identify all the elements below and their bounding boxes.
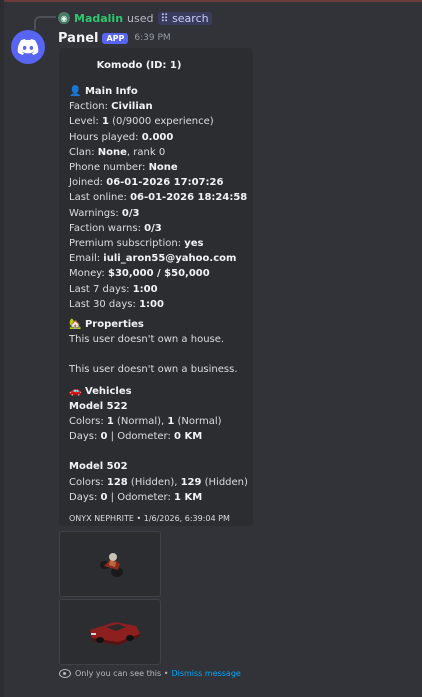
command-name: search <box>172 11 209 25</box>
premium-row: Premium subscription: yes <box>69 238 204 250</box>
message-timestamp[interactable]: 6:39 PM <box>134 33 170 43</box>
faction-warns-row: Faction warns: 0/3 <box>69 222 162 234</box>
reply-avatar-icon[interactable]: ◉ <box>58 12 70 24</box>
vehicle-usage: Days: 0 | Odometer: 0 KM <box>69 431 203 443</box>
author-name[interactable]: Panel <box>58 31 98 46</box>
reply-context[interactable]: ◉ Madalin used ⠿ search <box>58 9 212 27</box>
user-icon: 👤 <box>69 86 82 97</box>
main-info-heading: 👤 Main Info <box>69 86 138 97</box>
last7-row: Last 7 days: 1:00 <box>69 283 158 295</box>
ephemeral-text: Only you can see this • <box>75 669 169 678</box>
vehicle-entry: Model 522 Colors: 1 (Normal), 1 (Normal)… <box>69 399 251 445</box>
slash-command-mention[interactable]: ⠿ search <box>157 11 212 25</box>
vehicle-model: Model 502 <box>69 461 128 473</box>
vehicle-colors: Colors: 128 (Hidden), 129 (Hidden) <box>69 476 248 488</box>
properties-heading: 🏡 Properties <box>69 319 144 331</box>
embed-title: Komodo (ID: 1) <box>96 60 182 71</box>
embed-footer: ONYX NEPHRITE • 1/6/2026, 6:39:04 PM <box>69 514 230 524</box>
joined-row: Joined: 06-01-2026 17:07:26 <box>69 177 224 189</box>
reply-connector <box>34 16 56 30</box>
ephemeral-notice: Only you can see this • Dismiss message <box>59 669 241 678</box>
message-header: Panel APP 6:39 PM <box>58 30 171 46</box>
reply-username[interactable]: Madalin <box>74 12 123 25</box>
vehicle-colors: Colors: 1 (Normal), 1 (Normal) <box>69 416 222 428</box>
vehicle-entry: Model 502 Colors: 128 (Hidden), 129 (Hid… <box>69 459 251 505</box>
left-rail <box>0 0 4 697</box>
profile-embed: Komodo (ID: 1) 👤 Main Info Faction: Civi… <box>59 48 253 526</box>
top-accent-line <box>0 0 422 2</box>
warnings-row: Warnings: 0/3 <box>69 207 140 219</box>
dismiss-message-link[interactable]: Dismiss message <box>171 669 240 678</box>
reply-used-label: used <box>127 11 154 25</box>
house-status: This user doesn't own a house. <box>69 334 225 346</box>
vehicle-model: Model 522 <box>69 400 128 412</box>
app-badge: APP <box>102 32 129 44</box>
car-icon: 🚗 <box>69 385 82 397</box>
phone-row: Phone number: None <box>69 162 178 174</box>
command-icon: ⠿ <box>160 11 169 25</box>
bot-avatar[interactable] <box>11 30 45 64</box>
faction-row: Faction: Civilian <box>69 101 153 113</box>
house-icon: 🏡 <box>69 319 82 331</box>
level-row: Level: 1 (0/9000 experience) <box>69 116 214 128</box>
email-row: Email: iuli_aron55@yahoo.com <box>69 253 237 265</box>
embed-body: 👤 Main Info Faction: Civilian Level: 1 (… <box>69 84 251 526</box>
money-row: Money: $30,000 / $50,000 <box>69 268 210 280</box>
hours-row: Hours played: 0.000 <box>69 131 174 143</box>
business-status: This user doesn't own a business. <box>69 364 238 376</box>
last30-row: Last 30 days: 1:00 <box>69 298 164 310</box>
eye-icon <box>59 669 71 678</box>
car-icon <box>90 622 140 645</box>
discord-logo-icon <box>17 39 39 55</box>
last-online-row: Last online: 06-01-2026 18:24:58 <box>69 192 248 204</box>
vehicles-heading: 🚗 Vehicles <box>69 385 132 397</box>
vehicle-usage: Days: 0 | Odometer: 1 KM <box>69 491 203 503</box>
motorcycle-icon <box>100 553 123 577</box>
attachment-image[interactable] <box>59 599 161 665</box>
attachment-image[interactable] <box>59 531 161 597</box>
clan-row: Clan: None, rank 0 <box>69 146 166 158</box>
